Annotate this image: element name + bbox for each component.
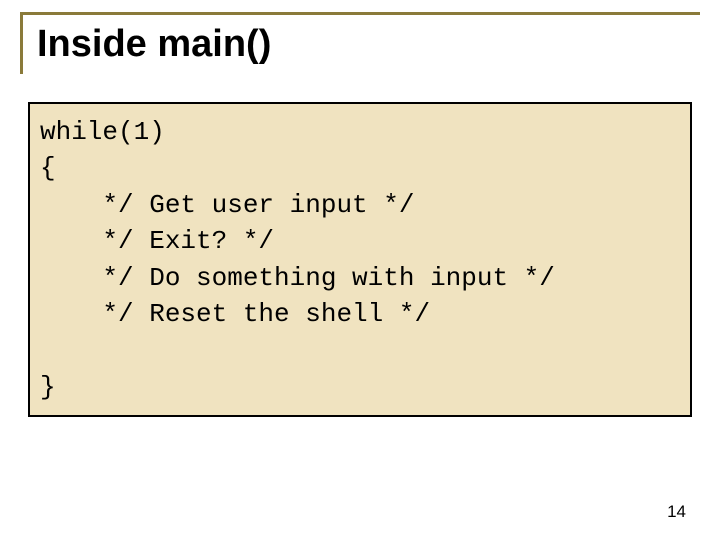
code-line: */ Get user input */ (40, 190, 414, 220)
code-line: } (40, 372, 56, 402)
code-line: { (40, 153, 56, 183)
code-line: */ Exit? */ (40, 226, 274, 256)
slide-title: Inside main() (37, 23, 700, 66)
code-block: while(1) { */ Get user input */ */ Exit?… (28, 102, 692, 417)
title-wrapper: Inside main() (20, 12, 700, 74)
code-line: */ Do something with input */ (40, 263, 555, 293)
page-number: 14 (667, 502, 686, 522)
slide-container: Inside main() while(1) { */ Get user inp… (0, 0, 720, 540)
code-line: while(1) (40, 117, 165, 147)
code-line: */ Reset the shell */ (40, 299, 430, 329)
